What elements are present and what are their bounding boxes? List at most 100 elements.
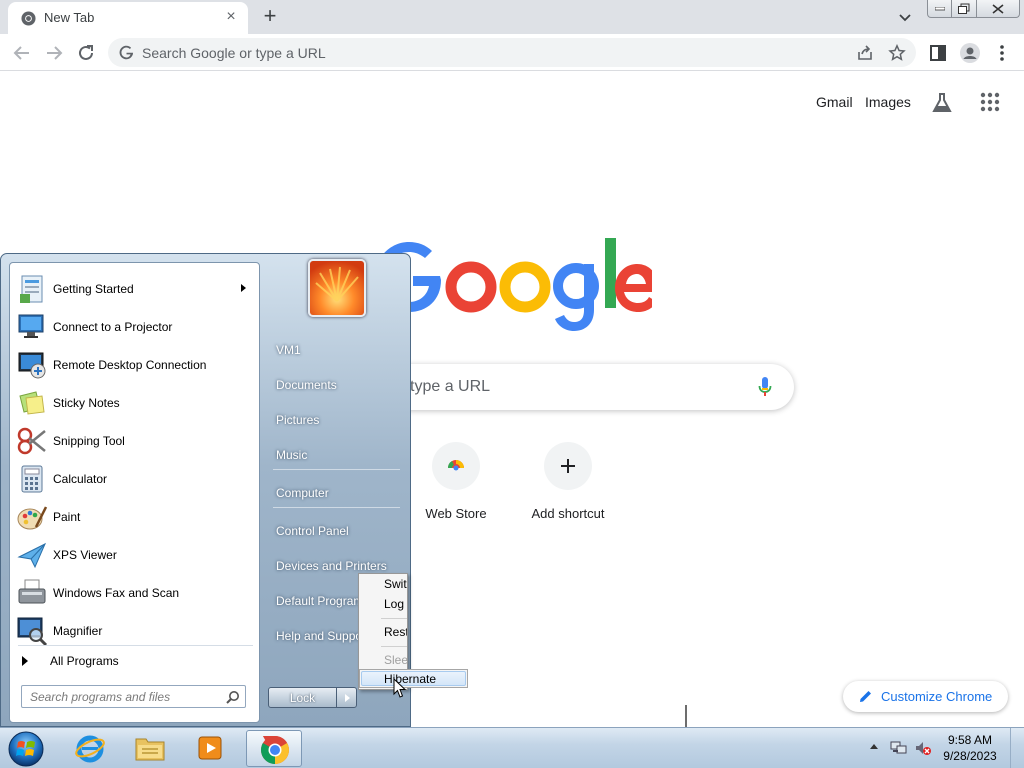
remote-desktop-icon	[18, 352, 46, 379]
start-search-placeholder: Search programs and files	[30, 690, 171, 704]
web-store-icon	[447, 460, 464, 471]
start-item-label: VM1	[276, 343, 301, 357]
tab-new-tab[interactable]: New Tab ×	[8, 2, 248, 34]
menu-item-switch-user[interactable]: Switch user	[359, 574, 407, 594]
google-apps-icon[interactable]	[979, 91, 1001, 113]
sticky-notes-icon	[19, 391, 45, 415]
program-label: Calculator	[53, 472, 108, 486]
start-item-pictures[interactable]: Pictures	[269, 405, 404, 435]
all-programs-button[interactable]: All Programs	[12, 650, 258, 672]
flower-avatar-icon	[310, 261, 364, 315]
clock-time[interactable]: 9:58 AM	[945, 733, 995, 747]
side-panel-icon[interactable]	[926, 41, 950, 65]
pencil-icon	[860, 691, 871, 702]
start-item-documents[interactable]: Documents	[269, 370, 404, 400]
add-shortcut-button[interactable]: Add shortcut	[512, 442, 624, 532]
chrome-icon	[261, 736, 289, 764]
program-label: Paint	[53, 510, 81, 524]
browser-toolbar: Search Google or type a URL	[0, 34, 1024, 71]
start-item-computer[interactable]: Computer	[269, 478, 404, 508]
start-item-user-folder[interactable]: VM1	[269, 335, 404, 365]
clock-date[interactable]: 9/28/2023	[940, 749, 1000, 763]
start-item-label: Default Programs	[276, 594, 370, 608]
close-icon	[992, 3, 1004, 14]
taskbar-windows-explorer[interactable]	[122, 730, 178, 767]
labs-flask-icon[interactable]	[930, 91, 954, 115]
program-calculator[interactable]: Calculator	[12, 460, 258, 498]
menu-item-label: Switch user	[384, 577, 407, 591]
voice-search-mic-icon[interactable]	[758, 377, 772, 397]
volume-muted-icon[interactable]	[914, 740, 932, 756]
shortcut-label: Web Store	[425, 506, 487, 521]
start-item-music[interactable]: Music	[269, 440, 404, 470]
internet-explorer-icon	[75, 735, 105, 763]
restore-icon	[958, 3, 970, 14]
menu-item-label: Log off	[384, 597, 407, 611]
shortcut-tile	[432, 442, 480, 490]
all-programs-arrow-icon	[22, 656, 28, 666]
calculator-icon	[21, 465, 43, 493]
back-icon[interactable]	[10, 41, 34, 65]
forward-icon[interactable]	[42, 41, 66, 65]
taskbar-chrome[interactable]	[246, 730, 302, 767]
start-item-control-panel[interactable]: Control Panel	[269, 516, 404, 546]
program-connect-projector[interactable]: Connect to a Projector	[12, 308, 258, 346]
program-snipping-tool[interactable]: Snipping Tool	[12, 422, 258, 460]
getting-started-icon	[20, 275, 43, 303]
taskbar-media-player[interactable]	[182, 730, 238, 767]
bookmark-star-icon[interactable]	[888, 44, 906, 62]
start-item-label: Devices and Printers	[276, 559, 387, 573]
divider	[381, 646, 407, 647]
new-tab-button[interactable]: +	[258, 5, 282, 29]
program-label: Remote Desktop Connection	[53, 358, 207, 372]
program-label: XPS Viewer	[53, 548, 117, 562]
tab-close-icon[interactable]: ×	[222, 8, 240, 26]
lock-button[interactable]: Lock	[268, 687, 337, 708]
start-search-input[interactable]: Search programs and files	[21, 685, 246, 708]
paint-icon	[17, 506, 48, 530]
start-item-label: Help and Support	[276, 629, 370, 643]
program-getting-started[interactable]: Getting Started	[12, 270, 258, 308]
program-label: Magnifier	[53, 624, 103, 638]
start-item-label: Control Panel	[276, 524, 349, 538]
show-hidden-icons-button[interactable]	[870, 744, 878, 749]
search-icon[interactable]	[226, 690, 240, 704]
menu-item-label: Hibernate	[384, 672, 437, 686]
omnibox-input[interactable]: Search Google or type a URL	[142, 45, 326, 61]
minimize-button[interactable]	[927, 0, 952, 18]
profile-avatar-icon[interactable]	[958, 41, 982, 65]
ntp-search-input[interactable]: type a URL	[410, 378, 490, 396]
reload-icon[interactable]	[74, 41, 98, 65]
menu-item-restart[interactable]: Restart	[359, 622, 407, 642]
show-desktop-button[interactable]	[1010, 728, 1024, 768]
window-close-button[interactable]	[976, 0, 1020, 18]
omnibox[interactable]: Search Google or type a URL	[108, 38, 916, 67]
customize-chrome-button[interactable]: Customize Chrome	[843, 681, 1008, 712]
program-xps-viewer[interactable]: XPS Viewer	[12, 536, 258, 574]
taskbar-internet-explorer[interactable]	[62, 730, 118, 767]
shortcut-web-store[interactable]: Web Store	[400, 442, 512, 532]
shutdown-options-button[interactable]	[336, 687, 357, 708]
more-options-icon[interactable]	[990, 41, 1014, 65]
menu-item-hibernate[interactable]: Hibernate	[359, 669, 468, 688]
start-button[interactable]	[6, 730, 46, 768]
minimize-icon	[934, 6, 945, 10]
program-fax-scan[interactable]: Windows Fax and Scan	[12, 574, 258, 612]
network-icon[interactable]	[890, 740, 908, 756]
program-remote-desktop[interactable]: Remote Desktop Connection	[12, 346, 258, 384]
images-link[interactable]: Images	[865, 94, 911, 110]
tab-search-icon[interactable]	[895, 8, 915, 26]
submenu-arrow-icon	[241, 284, 246, 292]
share-icon[interactable]	[856, 44, 874, 62]
mouse-cursor-icon	[393, 678, 407, 698]
media-player-icon	[198, 736, 222, 760]
ntp-search-box[interactable]: type a URL	[380, 364, 794, 410]
menu-item-log-off[interactable]: Log off	[359, 594, 407, 614]
start-item-label: Music	[276, 448, 308, 462]
program-paint[interactable]: Paint	[12, 498, 258, 536]
restore-button[interactable]	[951, 0, 977, 18]
user-avatar[interactable]	[308, 259, 366, 317]
menu-item-label: Restart	[384, 625, 407, 639]
program-sticky-notes[interactable]: Sticky Notes	[12, 384, 258, 422]
gmail-link[interactable]: Gmail	[816, 94, 853, 110]
